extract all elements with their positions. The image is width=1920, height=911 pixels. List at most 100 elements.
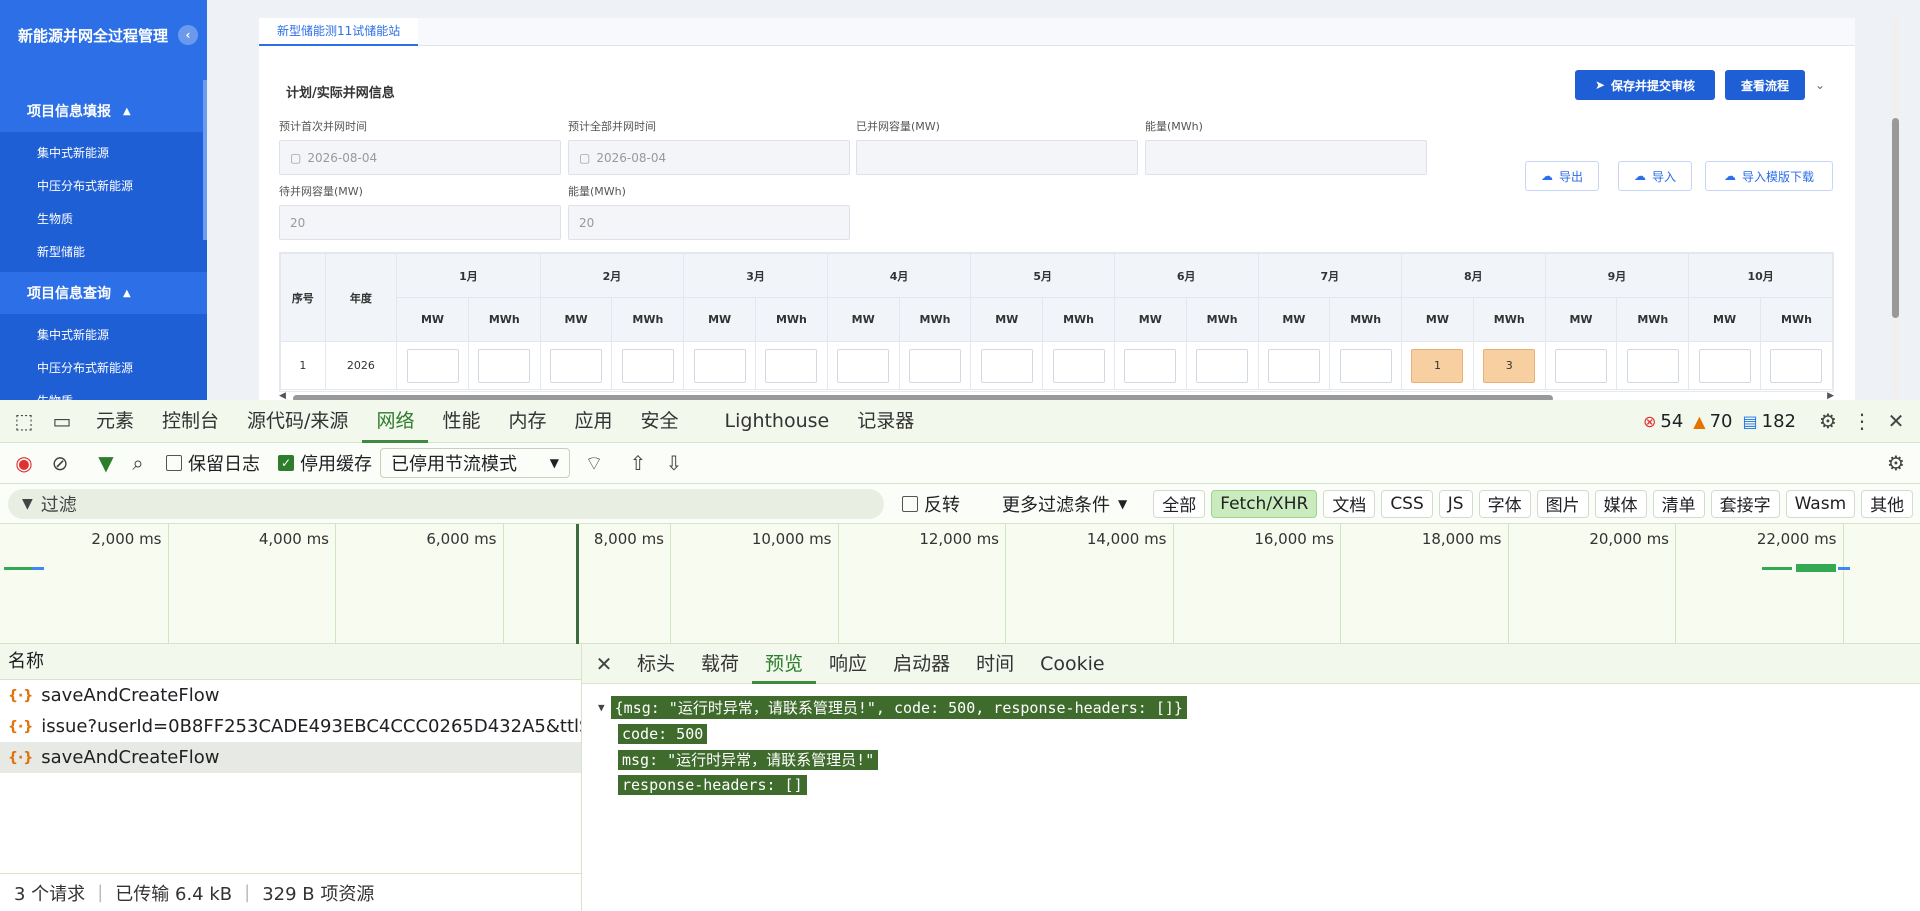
month-mwh-input[interactable]: 3 <box>1483 348 1536 383</box>
devtools-tab[interactable]: 源代码/来源 <box>233 400 362 443</box>
request-row[interactable]: {·} saveAndCreateFlow <box>0 680 581 711</box>
devtools-tab[interactable]: 网络 <box>362 400 429 443</box>
more-options-icon[interactable]: ⋮ <box>1848 407 1876 435</box>
energy-input[interactable] <box>1145 140 1427 175</box>
devtools-tab[interactable]: 控制台 <box>148 400 233 443</box>
scroll-right-icon[interactable]: ▶ <box>1827 391 1834 400</box>
import-template-button[interactable]: ☁ 导入模版下载 <box>1705 161 1833 191</box>
sidebar-group-query[interactable]: 项目信息查询 ▲ <box>0 272 207 314</box>
type-filter-chip[interactable]: JS <box>1438 489 1473 518</box>
devtools-tab[interactable]: Lighthouse <box>711 400 844 443</box>
month-mw-input[interactable] <box>837 348 890 383</box>
type-filter-chip[interactable]: 文档 <box>1323 489 1376 518</box>
sidebar-item[interactable]: 集中式新能源 <box>0 136 207 169</box>
sidebar-scrollbar[interactable] <box>203 80 207 240</box>
sidebar-item[interactable]: 生物质 <box>0 202 207 235</box>
disable-cache-checkbox[interactable]: ✓ 停用缓存 <box>278 450 372 476</box>
month-mw-input[interactable] <box>693 348 746 383</box>
month-mwh-input[interactable] <box>1339 348 1392 383</box>
type-filter-chip[interactable]: Fetch/XHR <box>1211 489 1318 518</box>
month-mwh-input[interactable] <box>621 348 674 383</box>
type-filter-chip[interactable]: 媒体 <box>1594 489 1647 518</box>
grid-capacity-input[interactable] <box>856 140 1138 175</box>
export-button[interactable]: ☁ 导出 <box>1525 161 1599 191</box>
type-filter-chip[interactable]: 字体 <box>1478 489 1531 518</box>
month-mw-input[interactable] <box>550 348 603 383</box>
devtools-tab[interactable]: 元素 <box>82 400 148 443</box>
json-root[interactable]: ▼ {msg: "运行时异常，请联系管理员!", code: 500, resp… <box>598 696 1187 719</box>
scroll-thumb[interactable] <box>1892 118 1899 318</box>
month-mw-input[interactable] <box>406 348 459 383</box>
detail-tab[interactable]: 载荷 <box>688 644 752 684</box>
name-column-header[interactable]: 名称 <box>0 644 581 680</box>
detail-tab[interactable]: 预览 <box>752 644 817 684</box>
devtools-tab[interactable]: 应用 <box>560 400 626 443</box>
issue-counters[interactable]: ⊗ 54 ▲ 70 ▤ 182 <box>1643 411 1796 432</box>
record-stop-icon[interactable]: ◉ <box>10 449 38 477</box>
close-devtools-icon[interactable]: ✕ <box>1882 407 1910 435</box>
throttle-select[interactable]: 已停用节流模式 ▼ <box>380 448 570 478</box>
sidebar-item[interactable]: 中压分布式新能源 <box>0 169 207 202</box>
import-button[interactable]: ☁ 导入 <box>1618 161 1692 191</box>
month-mw-input[interactable] <box>1698 348 1751 383</box>
sidebar-item[interactable]: 中压分布式新能源 <box>0 351 207 384</box>
submit-review-button[interactable]: ➤ 保存并提交审核 <box>1575 70 1715 100</box>
export-har-icon[interactable]: ⇩ <box>660 449 688 477</box>
month-mwh-input[interactable] <box>765 348 818 383</box>
month-mwh-input[interactable] <box>1626 348 1679 383</box>
timeline-cursor[interactable] <box>576 524 579 644</box>
devtools-tab[interactable]: 记录器 <box>843 400 928 443</box>
sidebar-group-fill[interactable]: 项目信息填报 ▲ <box>0 90 207 132</box>
collapse-sidebar-icon[interactable]: ‹ <box>178 25 199 45</box>
devtools-tab[interactable]: 性能 <box>428 400 494 443</box>
type-filter-chip[interactable]: CSS <box>1381 489 1433 518</box>
type-filter-chip[interactable]: 图片 <box>1536 489 1589 518</box>
month-mw-input[interactable] <box>1124 348 1177 383</box>
settings-gear-icon[interactable]: ⚙ <box>1814 407 1842 435</box>
sidebar-item[interactable]: 新型储能 <box>0 235 207 268</box>
type-filter-chip[interactable]: 清单 <box>1652 489 1705 518</box>
filter-input[interactable]: ▼ 过滤 <box>8 488 884 519</box>
preserve-log-checkbox[interactable]: 保留日志 <box>166 450 260 476</box>
request-row-selected[interactable]: {·} saveAndCreateFlow <box>0 742 581 773</box>
month-mw-input[interactable] <box>1267 348 1320 383</box>
import-har-icon[interactable]: ⇧ <box>624 449 652 477</box>
type-filter-chip[interactable]: Wasm <box>1785 489 1856 518</box>
sidebar-item[interactable]: 生物质 <box>0 384 207 400</box>
full-grid-time-input[interactable]: ▢ 2026-08-04 <box>568 140 850 175</box>
first-grid-time-input[interactable]: ▢ 2026-08-04 <box>279 140 561 175</box>
network-conditions-icon[interactable]: ⌔ <box>580 449 608 477</box>
month-mw-input[interactable] <box>980 348 1033 383</box>
network-settings-icon[interactable]: ⚙ <box>1882 449 1910 477</box>
more-filters-dropdown[interactable]: 更多过滤条件 ▼ <box>1002 491 1127 517</box>
device-toolbar-icon[interactable]: ▭ <box>48 407 76 435</box>
devtools-tab[interactable]: 内存 <box>494 400 560 443</box>
month-mwh-input[interactable] <box>1770 348 1823 383</box>
request-row[interactable]: {·} issue?userId=0B8FF253CADE493EBC4CCC02… <box>0 711 581 742</box>
month-mwh-input[interactable] <box>478 348 531 383</box>
type-filter-chip[interactable]: 套接字 <box>1710 489 1780 518</box>
chevron-down-icon[interactable]: ⌄ <box>1815 78 1825 92</box>
type-filter-chip[interactable]: 其他 <box>1861 489 1914 518</box>
detail-tab[interactable]: 标头 <box>624 644 688 684</box>
clear-icon[interactable]: ⊘ <box>46 449 74 477</box>
pending-energy-input[interactable]: 20 <box>568 205 850 240</box>
detail-tab[interactable]: Cookie <box>1027 644 1118 684</box>
type-filter-chip[interactable]: 全部 <box>1153 489 1206 518</box>
inspect-element-icon[interactable]: ⬚ <box>10 407 38 435</box>
month-mwh-input[interactable] <box>909 348 961 383</box>
detail-tab[interactable]: 启动器 <box>880 644 963 684</box>
month-mw-input[interactable]: 1 <box>1411 348 1464 383</box>
filter-funnel-icon[interactable]: ▼ <box>92 449 120 477</box>
invert-checkbox[interactable]: 反转 <box>902 491 960 517</box>
sidebar-item[interactable]: 集中式新能源 <box>0 318 207 351</box>
search-icon[interactable]: ⌕ <box>124 449 152 477</box>
month-mw-input[interactable] <box>1555 348 1608 383</box>
page-vertical-scrollbar[interactable] <box>1890 18 1900 398</box>
detail-tab[interactable]: 时间 <box>963 644 1027 684</box>
month-mwh-input[interactable] <box>1052 348 1105 383</box>
expand-triangle-icon[interactable]: ▼ <box>598 701 605 714</box>
view-flow-button[interactable]: 查看流程 <box>1725 70 1805 100</box>
devtools-tab[interactable]: 安全 <box>627 400 693 443</box>
pending-capacity-input[interactable]: 20 <box>279 205 561 240</box>
